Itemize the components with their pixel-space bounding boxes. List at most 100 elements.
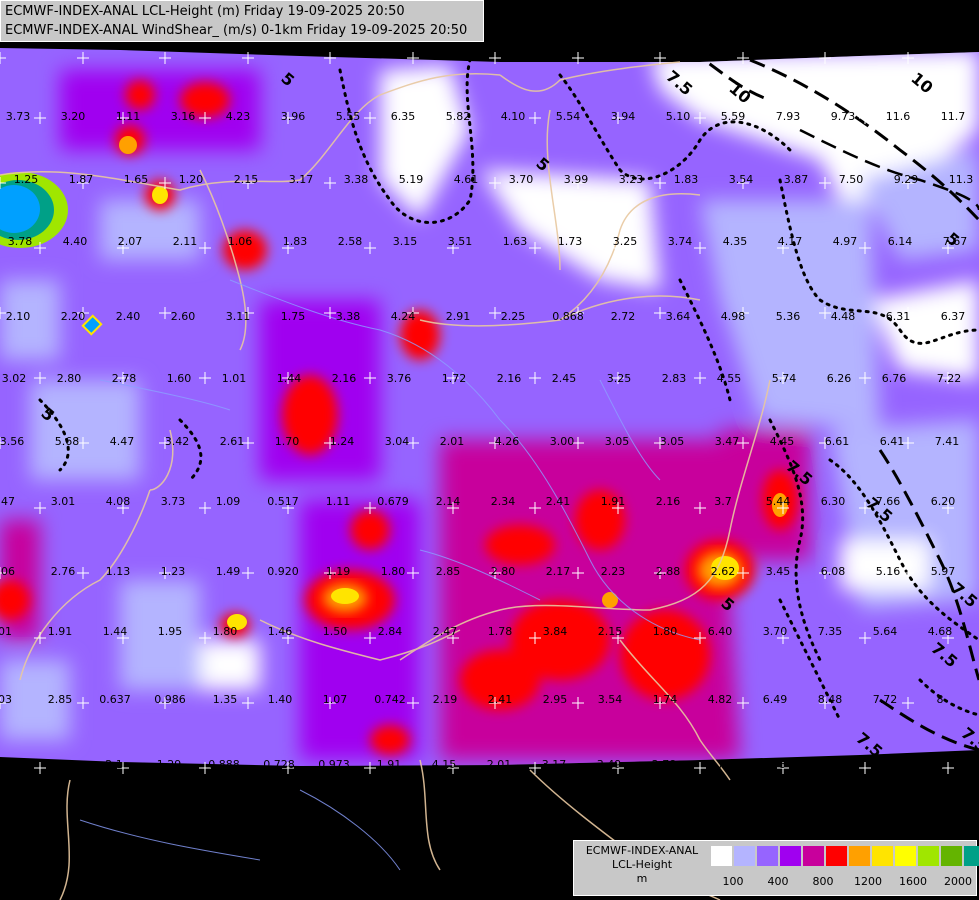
station-value: 1.74 [653, 693, 678, 706]
station-value: 1.01 [222, 372, 247, 385]
station-value: 3.05 [660, 435, 685, 448]
legend-tick: 1200 [854, 875, 882, 888]
weather-map: 5557.57.57.510 107.57.55 7.57.55 3.73 3.20 1… [0, 0, 979, 900]
station-value: 4.40 [63, 235, 88, 248]
station-value: 4.35 [723, 235, 748, 248]
station-value: 9.73 [831, 110, 856, 123]
station-value: 2.19 [433, 693, 458, 706]
station-value: 4.26 [495, 435, 520, 448]
station-value: 1.23 [161, 565, 186, 578]
station-value: 03 [0, 693, 12, 706]
station-value: 2.58 [338, 235, 363, 248]
legend-title: ECMWF-INDEX-ANAL LCL-Height m [578, 844, 706, 886]
station-value: 1.87 [69, 173, 94, 186]
station-value: 2.61 [220, 435, 245, 448]
station-value: 1.65 [124, 173, 149, 186]
station-value: 4.23 [226, 110, 251, 123]
station-value: 5.10 [666, 110, 691, 123]
station-value: 6.26 [827, 372, 852, 385]
station-value: 1.07 [323, 693, 348, 706]
station-value: 1.40 [268, 693, 293, 706]
station-value: 2.15 [598, 625, 623, 638]
legend-unit: m [636, 872, 648, 885]
station-value: 3.56 [0, 435, 24, 448]
station-value: 1.13 [106, 565, 131, 578]
station-value: 1.20 [179, 173, 204, 186]
station-value: 4.98 [721, 310, 746, 323]
legend-swatch [734, 846, 757, 866]
station-value: 3.51 [448, 235, 473, 248]
station-value: 6.20 [931, 495, 956, 508]
station-value: 06 [1, 565, 15, 578]
title-line-windshear: ECMWF-INDEX-ANAL WindShear_ (m/s) 0-1km … [5, 23, 468, 38]
station-value: 1.24 [330, 435, 355, 448]
station-value: 3.38 [336, 310, 361, 323]
station-value: 2.13 [47, 758, 72, 771]
legend-swatch [872, 846, 895, 866]
station-value: 2.01 [487, 758, 512, 771]
station-value: 2.62 [711, 565, 736, 578]
station-value: 3.96 [281, 110, 306, 123]
station-value: 2.11 [173, 235, 198, 248]
station-value: 1.83 [283, 235, 308, 248]
station-value: 5.44 [766, 495, 791, 508]
station-value: 4.55 [717, 372, 742, 385]
station-value: 2.16 [656, 495, 681, 508]
station-value: 2.78 [112, 372, 137, 385]
station-value: 7.35 [818, 625, 843, 638]
station-value: 2.14 [436, 495, 461, 508]
station-value: 0.986 [154, 693, 186, 706]
legend-tick: 1600 [899, 875, 927, 888]
station-value: 0.517 [267, 495, 299, 508]
station-value: 3.70 [509, 173, 534, 186]
station-value: 1.63 [503, 235, 528, 248]
station-value: 4.24 [391, 310, 416, 323]
station-value: 1.91 [601, 495, 626, 508]
legend-variable: LCL-Height [611, 858, 673, 871]
station-value: 6.08 [821, 565, 846, 578]
station-value: 5.59 [721, 110, 746, 123]
station-value: 1.11 [116, 110, 141, 123]
legend-color-scale [711, 846, 979, 866]
station-value: 6.31 [886, 310, 911, 323]
station-value: 1.06 [228, 235, 253, 248]
station-value: 2.60 [171, 310, 196, 323]
station-value: 5.64 [873, 625, 898, 638]
legend-tick: 2000 [944, 875, 972, 888]
station-value: 1.80 [653, 625, 678, 638]
station-value: 0.868 [552, 310, 584, 323]
station-value: 3.00 [550, 435, 575, 448]
station-value: 9 [1, 758, 8, 771]
station-value: 2.15 [234, 173, 259, 186]
station-value: 0.742 [374, 693, 406, 706]
station-value: 5.19 [399, 173, 424, 186]
station-value: 2.41 [546, 495, 571, 508]
station-value: 3.45 [766, 565, 791, 578]
station-value: 2.83 [662, 372, 687, 385]
station-value: 3.23 [619, 173, 644, 186]
station-value: 4.68 [928, 625, 953, 638]
station-value: 1.95 [158, 625, 183, 638]
station-value: 3.20 [61, 110, 86, 123]
station-value: 7.93 [776, 110, 801, 123]
station-value: 2.72 [611, 310, 636, 323]
station-value: 7.41 [935, 435, 960, 448]
station-value: 3.7 [714, 495, 732, 508]
station-value: 6.37 [941, 310, 966, 323]
station-value: 4.10 [501, 110, 526, 123]
station-value: 1.70 [275, 435, 300, 448]
legend-swatch [849, 846, 872, 866]
station-value: 1.19 [326, 565, 351, 578]
station-value: 2.01 [440, 435, 465, 448]
station-value: 6.76 [882, 372, 907, 385]
station-value: 0.920 [267, 565, 299, 578]
station-value: 0.637 [99, 693, 131, 706]
station-value: 8.48 [818, 693, 843, 706]
station-value: 2.16 [497, 372, 522, 385]
station-value: 4.47 [110, 435, 135, 448]
station-value: 4.17 [778, 235, 803, 248]
station-value: 6.49 [763, 693, 788, 706]
legend-tick-labels: 100 400 800 1200 1600 2000 [711, 875, 975, 889]
station-value: 2.17 [546, 565, 571, 578]
station-value: 1.11 [326, 495, 351, 508]
